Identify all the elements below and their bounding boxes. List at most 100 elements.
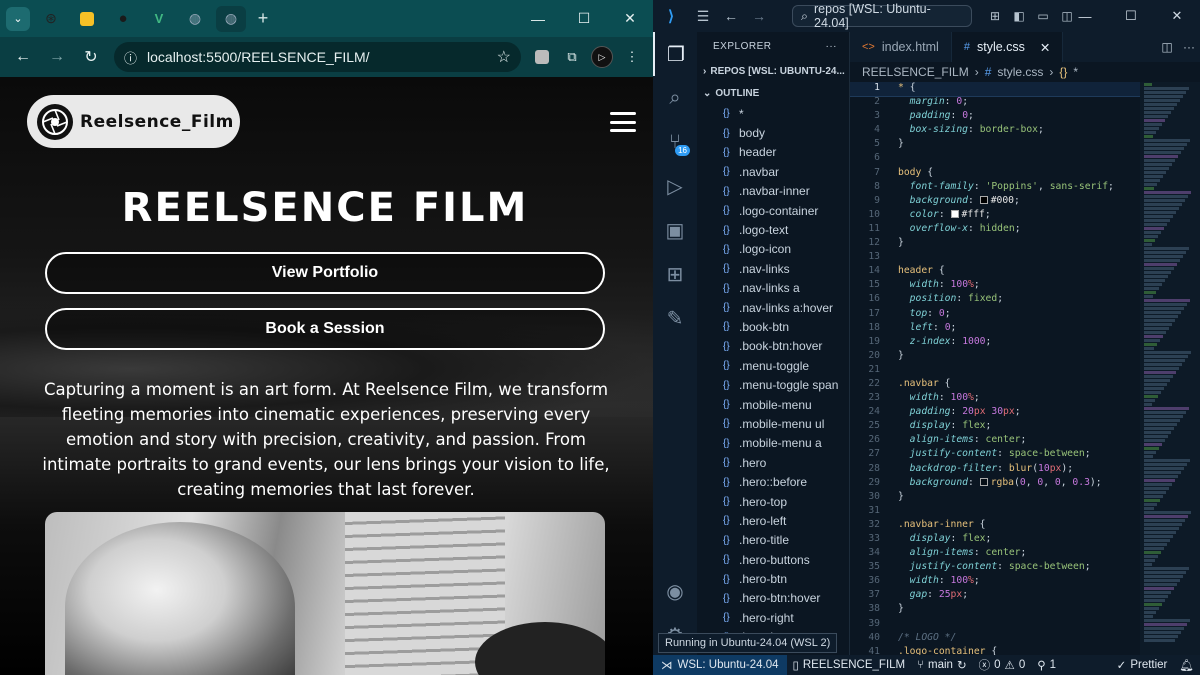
code-line[interactable]: 20} <box>850 350 1140 364</box>
code-line[interactable]: 23 width: 100%; <box>850 392 1140 406</box>
extensions-puzzle-icon[interactable]: ⧉ <box>559 44 585 70</box>
outline-item[interactable]: {} .hero-top <box>697 492 849 511</box>
toggle-panel-icon[interactable]: ▭ <box>1031 9 1055 23</box>
toggle-sidebar-icon[interactable]: ◧ <box>1007 9 1031 23</box>
tab-style-css[interactable]: # style.css ✕ <box>951 32 1064 62</box>
vscode-minimize-button[interactable]: — <box>1062 0 1108 32</box>
tab-keep[interactable] <box>72 6 102 32</box>
menu-icon[interactable]: ☰ <box>689 8 717 25</box>
code-editor[interactable]: 1 * {2 margin: 0; 3 padding: 0; 4 box-sizin… <box>850 82 1140 655</box>
back-button[interactable]: ← <box>8 42 38 72</box>
code-line[interactable]: 7 body { <box>850 167 1140 181</box>
code-line[interactable]: 40/* LOGO */ <box>850 632 1140 646</box>
outline-item[interactable]: {} .logo-text <box>697 220 849 239</box>
tab-index-html[interactable]: <> index.html <box>850 32 952 62</box>
code-line[interactable]: 3 padding: 0; <box>850 110 1140 124</box>
minimize-button[interactable]: — <box>515 0 561 37</box>
outline-item[interactable]: {} .mobile-menu ul <box>697 414 849 433</box>
outline-item[interactable]: {} header <box>697 143 849 162</box>
code-line[interactable]: 36 width: 100%; <box>850 575 1140 589</box>
code-line[interactable]: 29 background: rgba(0, 0, 0, 0.3); <box>850 477 1140 491</box>
code-line[interactable]: 22 .navbar { <box>850 378 1140 392</box>
close-tab-icon[interactable]: ✕ <box>1040 40 1050 55</box>
code-line[interactable]: 19 z-index: 1000; <box>850 336 1140 350</box>
code-line[interactable]: 1 * { <box>850 82 1140 98</box>
code-line[interactable]: 17 top: 0; <box>850 308 1140 322</box>
vscode-maximize-button[interactable]: ☐ <box>1108 0 1154 32</box>
minimap[interactable] <box>1140 82 1200 655</box>
tab-search-button[interactable]: ⌄ <box>6 6 30 31</box>
outline-item[interactable]: {} * <box>697 104 849 123</box>
code-line[interactable]: 25 display: flex; <box>850 420 1140 434</box>
breadcrumb-folder[interactable]: REELSENCE_FILM <box>862 65 969 79</box>
outline-item[interactable]: {} .hero-btn:hover <box>697 589 849 608</box>
code-line[interactable]: 32 .navbar-inner { <box>850 519 1140 533</box>
code-line[interactable]: 24 padding: 20px 30px; <box>850 406 1140 420</box>
outline-item[interactable]: {} .nav-links <box>697 259 849 278</box>
code-line[interactable]: 5} <box>850 138 1140 152</box>
outline-item[interactable]: {} .hero-btn <box>697 569 849 588</box>
customize-layout-icon[interactable]: ⊞ <box>983 9 1007 23</box>
outline-item[interactable]: {} .book-btn <box>697 317 849 336</box>
new-tab-button[interactable]: + <box>252 8 274 29</box>
code-line[interactable]: 38} <box>850 603 1140 617</box>
outline-item[interactable]: {} .nav-links a:hover <box>697 298 849 317</box>
forward-button[interactable]: → <box>42 42 72 72</box>
tab-vue[interactable]: V <box>144 6 174 32</box>
code-line[interactable]: 30} <box>850 491 1140 505</box>
remote-explorer-icon[interactable]: ▣ <box>653 208 697 252</box>
remote-indicator[interactable]: ⋊ WSL: Ubuntu-24.04 <box>653 655 787 675</box>
extension-icon[interactable] <box>529 44 555 70</box>
code-line[interactable]: 27 justify-content: space-between; <box>850 448 1140 462</box>
outline-item[interactable]: {} .navbar <box>697 162 849 181</box>
editor-more-icon[interactable]: ··· <box>1178 40 1200 54</box>
url-text[interactable]: localhost:5500/REELSENCE_FILM/ <box>147 49 487 65</box>
code-line[interactable]: 33 display: flex; <box>850 533 1140 547</box>
outline-item[interactable]: {} .hero::before <box>697 472 849 491</box>
git-branch[interactable]: ⑂ main ↻ <box>911 658 972 672</box>
bookmark-star-icon[interactable]: ☆ <box>497 47 511 67</box>
code-line[interactable]: 31 <box>850 505 1140 519</box>
tab-openai[interactable]: ⊛ <box>36 6 66 32</box>
outline-item[interactable]: {} .menu-toggle <box>697 356 849 375</box>
workspace-folder[interactable]: ▯ REELSENCE_FILM <box>787 658 912 672</box>
code-line[interactable]: 9 background: #000; <box>850 195 1140 209</box>
code-line[interactable]: 8 font-family: 'Poppins', sans-serif; <box>850 181 1140 195</box>
nav-forward-icon[interactable]: → <box>745 8 773 24</box>
chat-icon[interactable]: ✎ <box>653 296 697 340</box>
code-line[interactable]: 18 left: 0; <box>850 322 1140 336</box>
breadcrumb-symbol[interactable]: * <box>1073 65 1078 79</box>
search-view-icon[interactable]: ⌕ <box>653 76 697 120</box>
menu-toggle-icon[interactable] <box>610 112 636 132</box>
outline-section[interactable]: ⌄ OUTLINE <box>697 82 849 104</box>
code-line[interactable]: 14 header { <box>850 265 1140 279</box>
code-line[interactable]: 39 <box>850 618 1140 632</box>
code-line[interactable]: 28 backdrop-filter: blur(10px); <box>850 463 1140 477</box>
outline-item[interactable]: {} .hero-right <box>697 608 849 627</box>
outline-item[interactable]: {} .hero-left <box>697 511 849 530</box>
code-line[interactable]: 4 box-sizing: border-box; <box>850 124 1140 138</box>
explorer-icon[interactable]: ❐ <box>653 32 697 76</box>
vscode-close-button[interactable]: ✕ <box>1154 0 1200 32</box>
outline-item[interactable]: {} .book-btn:hover <box>697 337 849 356</box>
notifications-bell-icon[interactable]: 🔔︎ <box>1173 658 1200 672</box>
repos-section[interactable]: › REPOS [WSL: UBUNTU-24... <box>697 60 849 82</box>
site-info-icon[interactable]: ⓘ <box>124 48 137 67</box>
code-line[interactable]: 15 width: 100%; <box>850 279 1140 293</box>
code-line[interactable]: 35 justify-content: space-between; <box>850 561 1140 575</box>
code-line[interactable]: 6 <box>850 152 1140 166</box>
more-actions-icon[interactable]: ··· <box>826 41 838 52</box>
tab-globe[interactable]: ◍ <box>180 6 210 32</box>
profile-avatar[interactable]: ▷ <box>589 44 615 70</box>
close-button[interactable]: ✕ <box>607 0 653 37</box>
nav-back-icon[interactable]: ← <box>717 8 745 24</box>
code-line[interactable]: 11 overflow-x: hidden; <box>850 223 1140 237</box>
code-line[interactable]: 34 align-items: center; <box>850 547 1140 561</box>
code-line[interactable]: 13 <box>850 251 1140 265</box>
problems-indicator[interactable]: ⓧ 0 ⚠ 0 <box>973 657 1032 673</box>
ports-indicator[interactable]: ⚲ 1 <box>1031 658 1062 672</box>
code-line[interactable]: 12} <box>850 237 1140 251</box>
outline-item[interactable]: {} .navbar-inner <box>697 182 849 201</box>
outline-item[interactable]: {} .logo-icon <box>697 240 849 259</box>
prettier-indicator[interactable]: ✓ Prettier <box>1111 658 1174 672</box>
